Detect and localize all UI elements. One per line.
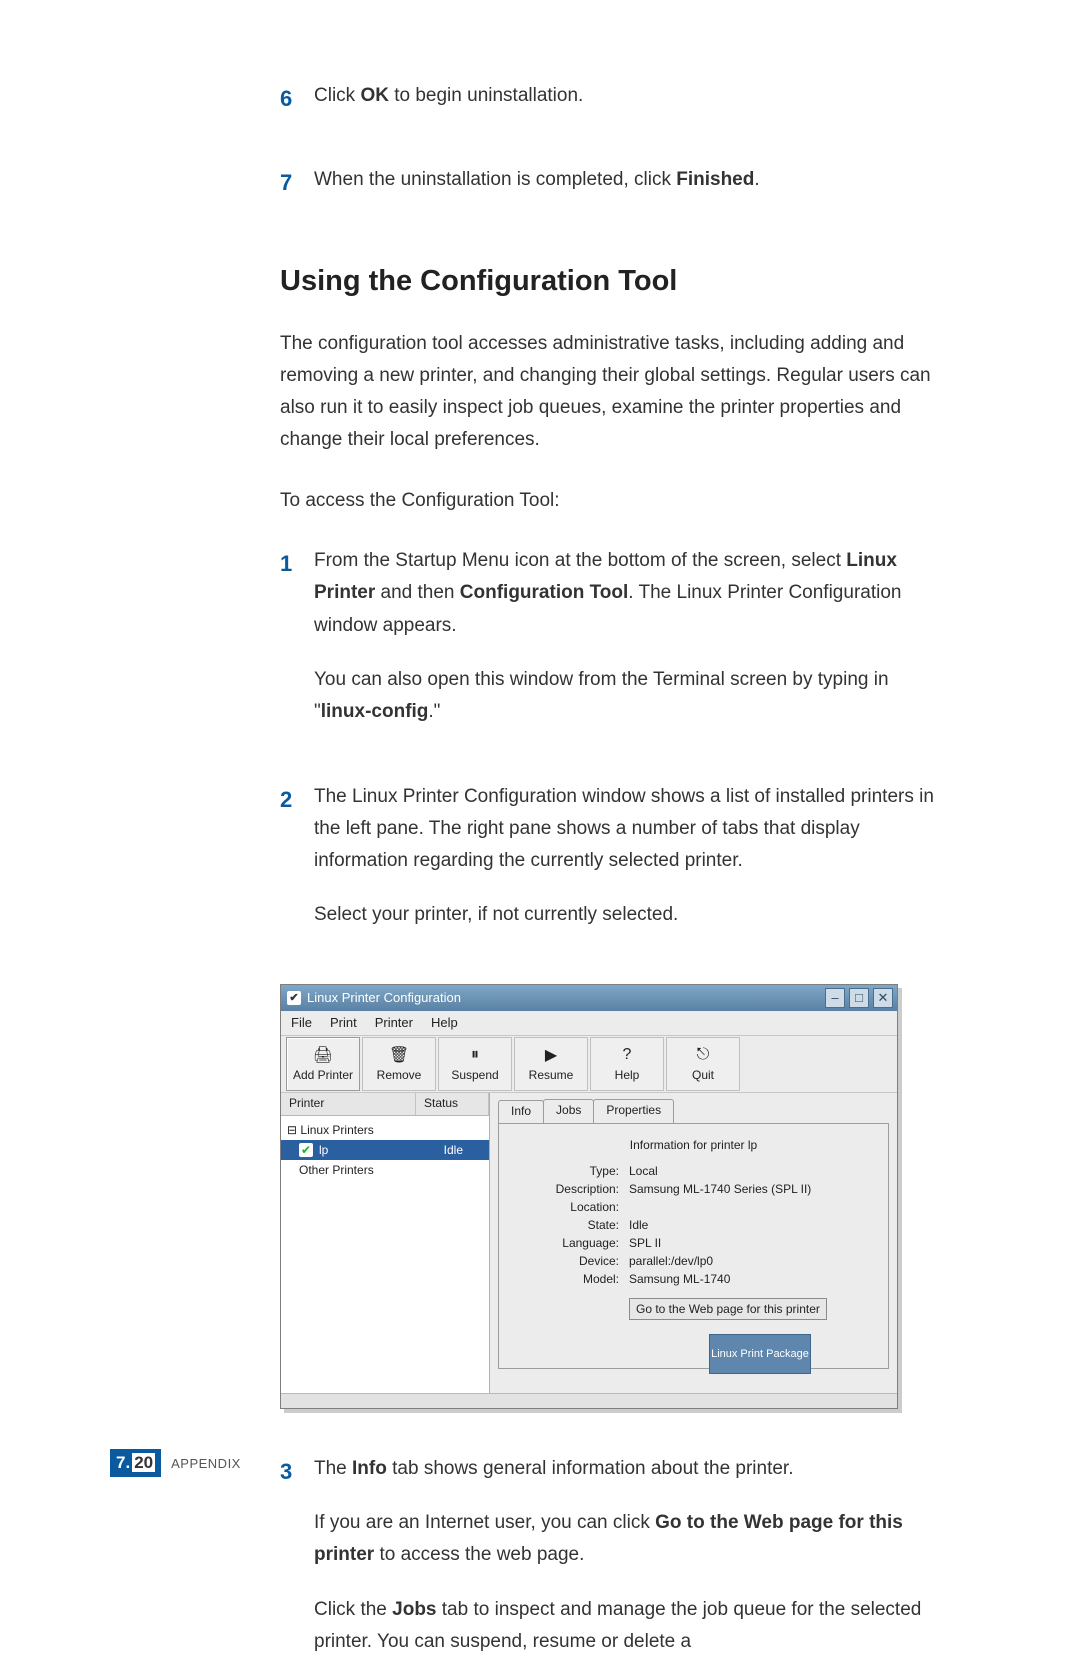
tab-properties[interactable]: Properties [593, 1099, 674, 1123]
maximize-button[interactable]: □ [849, 988, 869, 1008]
step-text: The Linux Printer Configuration window s… [314, 781, 940, 954]
tree-other-printers[interactable]: Other Printers [281, 1160, 489, 1180]
step-number: 1 [280, 545, 314, 750]
window-statusbar [281, 1393, 897, 1408]
minimize-button[interactable]: – [825, 988, 845, 1008]
toolbar-resume-button[interactable]: ▶Resume [514, 1037, 588, 1091]
toolbar-suspend-button[interactable]: ⏸Suspend [438, 1037, 512, 1091]
menu-file[interactable]: File [291, 1015, 312, 1030]
linux-print-package-badge: Linux Print Package [709, 1334, 811, 1374]
info-key: Language: [509, 1236, 629, 1250]
close-button[interactable]: ✕ [873, 988, 893, 1008]
toolbar-icon: 🖨 [313, 1046, 333, 1064]
step-text: The Info tab shows general information a… [314, 1453, 940, 1680]
info-value: Local [629, 1164, 878, 1178]
info-pane: Information for printer lp Type:LocalDes… [498, 1123, 889, 1369]
footer-chapter: 7. [116, 1453, 130, 1472]
tab-jobs[interactable]: Jobs [543, 1099, 594, 1123]
tree-root[interactable]: ⊟ Linux Printers [281, 1120, 489, 1140]
info-heading: Information for printer lp [509, 1138, 878, 1152]
tree-header-status: Status [416, 1093, 489, 1115]
page-footer: 7.20 APPENDIX [110, 1449, 241, 1477]
info-key: Description: [509, 1182, 629, 1196]
step-number: 7 [280, 164, 314, 218]
footer-page: 20 [132, 1453, 155, 1472]
section-heading: Using the Configuration Tool [280, 265, 940, 298]
tree-selected-printer[interactable]: ✔ lp Idle [281, 1140, 489, 1160]
printer-status-icon: ✔ [299, 1143, 313, 1157]
info-key: State: [509, 1218, 629, 1232]
toolbar-icon: 🗑 [389, 1046, 409, 1064]
step-number: 6 [280, 80, 314, 134]
menu-printer[interactable]: Printer [375, 1015, 413, 1030]
tab-info[interactable]: Info [498, 1100, 544, 1124]
window-title: Linux Printer Configuration [307, 990, 461, 1005]
toolbar-remove-button[interactable]: 🗑Remove [362, 1037, 436, 1091]
menu-bar: File Print Printer Help [281, 1011, 897, 1036]
step-text: Click OK to begin uninstallation. [314, 80, 940, 134]
toolbar-icon: ⏸ [465, 1046, 485, 1064]
toolbar-icon: ⎋ [693, 1046, 713, 1064]
step-number: 3 [280, 1453, 314, 1680]
intro-paragraph: The configuration tool accesses administ… [280, 328, 940, 457]
info-key: Device: [509, 1254, 629, 1268]
info-key: Location: [509, 1200, 629, 1214]
info-value: parallel:/dev/lp0 [629, 1254, 878, 1268]
footer-label: APPENDIX [171, 1456, 241, 1471]
toolbar: 🖨Add Printer🗑Remove⏸Suspend▶Resume?Help⎋… [281, 1036, 897, 1093]
printer-tree-panel: Printer Status ⊟ Linux Printers ✔ lp Idl… [281, 1093, 490, 1393]
toolbar-quit-button[interactable]: ⎋Quit [666, 1037, 740, 1091]
toolbar-icon: ? [617, 1046, 637, 1064]
toolbar-add-printer-button[interactable]: 🖨Add Printer [286, 1037, 360, 1091]
info-value: Samsung ML-1740 Series (SPL II) [629, 1182, 878, 1196]
info-value [629, 1200, 878, 1214]
step-number: 2 [280, 781, 314, 954]
window-titlebar: ✔ Linux Printer Configuration – □ ✕ [281, 985, 897, 1011]
window-icon: ✔ [287, 991, 301, 1005]
info-key: Model: [509, 1272, 629, 1286]
step-text: From the Startup Menu icon at the bottom… [314, 545, 940, 750]
toolbar-icon: ▶ [541, 1046, 561, 1064]
info-value: Idle [629, 1218, 878, 1232]
access-line: To access the Configuration Tool: [280, 485, 940, 517]
info-value: SPL II [629, 1236, 878, 1250]
menu-help[interactable]: Help [431, 1015, 458, 1030]
menu-print[interactable]: Print [330, 1015, 357, 1030]
tree-header-printer: Printer [281, 1093, 416, 1115]
go-to-web-page-button[interactable]: Go to the Web page for this printer [629, 1298, 827, 1320]
info-value: Samsung ML-1740 [629, 1272, 878, 1286]
info-key: Type: [509, 1164, 629, 1178]
step-text: When the uninstallation is completed, cl… [314, 164, 940, 218]
config-window-screenshot: ✔ Linux Printer Configuration – □ ✕ File… [280, 984, 940, 1409]
toolbar-help-button[interactable]: ?Help [590, 1037, 664, 1091]
